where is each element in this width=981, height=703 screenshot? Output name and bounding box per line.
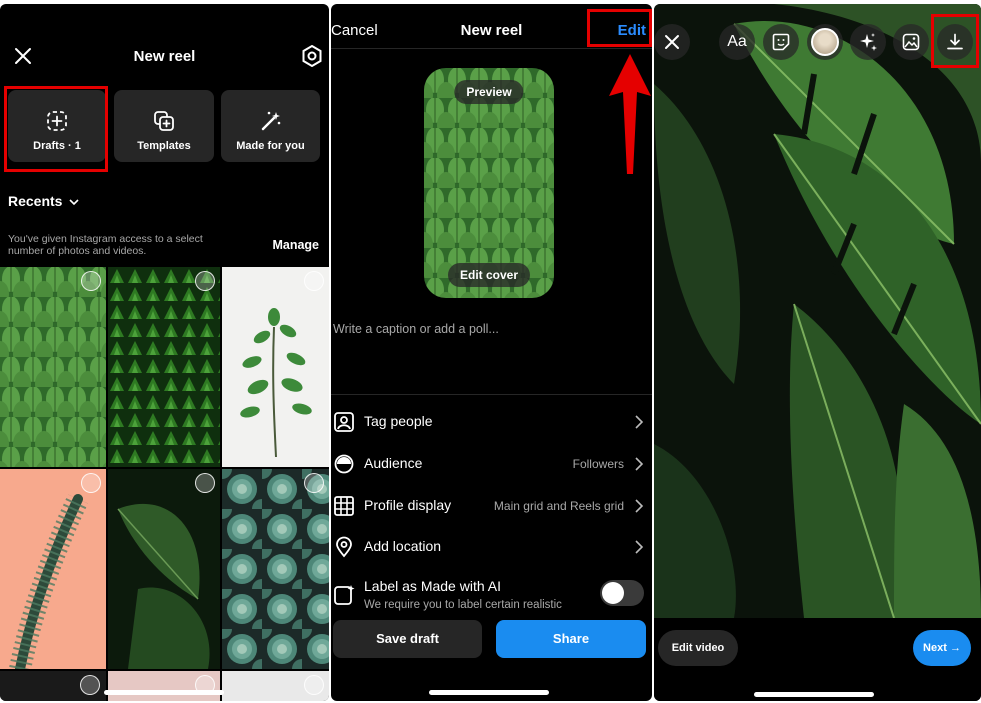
chevron-down-icon (69, 199, 79, 206)
reel-editor-panel: Aa Edit video Next → (654, 4, 981, 701)
select-circle[interactable] (80, 675, 100, 695)
audience-row[interactable]: Audience Followers (331, 449, 652, 479)
image-icon (902, 33, 920, 51)
ai-label-toggle[interactable] (600, 580, 644, 606)
profile-display-value: Main grid and Reels grid (493, 499, 624, 513)
select-circle[interactable] (304, 675, 324, 695)
caption-input[interactable]: Write a caption or add a poll... (333, 322, 499, 336)
page-title: New reel (133, 48, 196, 65)
sticker-icon (772, 33, 790, 51)
next-button[interactable]: Next → (913, 630, 971, 666)
recents-label: Recents (8, 193, 63, 209)
edit-cover-button[interactable]: Edit cover (447, 263, 531, 287)
select-circle[interactable] (81, 271, 101, 291)
select-circle[interactable] (81, 473, 101, 493)
ai-label-row: Label as Made with AI We require you to … (331, 576, 652, 612)
sticker-button[interactable] (763, 24, 799, 60)
grid-icon (334, 496, 354, 516)
new-reel-gallery-panel: New reel Drafts · 1 Templates Made for y… (0, 4, 329, 701)
profile-display-row[interactable]: Profile display Main grid and Reels grid (331, 491, 652, 521)
audience-label: Audience (364, 455, 423, 471)
audience-value: Followers (572, 457, 624, 471)
templates-label: Templates (137, 140, 191, 152)
divider (331, 48, 652, 49)
home-indicator (429, 690, 549, 695)
chevron-right-icon (635, 415, 644, 429)
gallery-item[interactable] (108, 671, 220, 701)
reel-details-panel: Cancel New reel Edit Preview Edit cover … (331, 4, 652, 701)
preview-button[interactable]: Preview (454, 80, 524, 104)
templates-icon (154, 111, 174, 131)
reel-cover[interactable]: Preview Edit cover (424, 68, 554, 298)
save-draft-button[interactable]: Save draft (333, 620, 482, 658)
gallery-item[interactable] (108, 469, 220, 669)
gallery-item[interactable] (0, 671, 106, 701)
tag-people-label: Tag people (364, 413, 433, 429)
gallery-item[interactable] (108, 267, 220, 467)
edit-video-button[interactable]: Edit video (658, 630, 738, 666)
profile-display-label: Profile display (364, 497, 452, 513)
close-icon (665, 35, 679, 49)
settings-icon[interactable] (301, 45, 323, 67)
close-button[interactable] (654, 24, 690, 60)
audience-icon (334, 454, 354, 474)
gallery-item[interactable] (222, 469, 329, 669)
gallery-item[interactable] (0, 267, 106, 467)
edit-highlight (587, 9, 652, 47)
templates-tile[interactable]: Templates (114, 90, 214, 162)
gallery-item[interactable] (222, 671, 329, 701)
image-button[interactable] (893, 24, 929, 60)
ai-label-subtitle: We require you to label certain realisti… (364, 599, 562, 611)
share-button[interactable]: Share (496, 620, 646, 658)
manage-button[interactable]: Manage (272, 238, 319, 252)
gallery-item[interactable] (0, 469, 106, 669)
select-circle[interactable] (195, 473, 215, 493)
tag-people-row[interactable]: Tag people (331, 407, 652, 437)
text-tool-button[interactable]: Aa (719, 24, 755, 60)
select-circle[interactable] (195, 271, 215, 291)
avatar-button[interactable] (807, 24, 843, 60)
gallery-item[interactable] (222, 267, 329, 467)
magic-wand-icon (261, 111, 280, 131)
effects-button[interactable] (850, 24, 886, 60)
add-location-row[interactable]: Add location (331, 532, 652, 562)
home-indicator (754, 692, 874, 697)
tag-people-icon (334, 412, 354, 432)
avatar (811, 28, 839, 56)
chevron-right-icon (635, 540, 644, 554)
drafts-highlight (4, 86, 108, 172)
select-circle[interactable] (304, 473, 324, 493)
ai-label-title: Label as Made with AI (364, 578, 501, 594)
select-circle[interactable] (304, 271, 324, 291)
chevron-right-icon (635, 499, 644, 513)
location-pin-icon (336, 536, 352, 558)
divider (331, 394, 652, 395)
download-highlight (931, 14, 979, 68)
add-location-label: Add location (364, 538, 442, 554)
recents-dropdown[interactable]: Recents (8, 193, 79, 209)
ai-label-icon (334, 585, 355, 605)
limited-access-notice: You've given Instagram access to a selec… (8, 233, 203, 257)
toggle-knob (602, 582, 624, 604)
arrow-annotation-icon (609, 54, 651, 174)
made-for-you-label: Made for you (236, 140, 305, 152)
made-for-you-tile[interactable]: Made for you (221, 90, 320, 162)
chevron-right-icon (635, 457, 644, 471)
reel-preview-image (654, 4, 981, 618)
home-indicator (104, 690, 224, 695)
text-icon: Aa (727, 33, 747, 50)
effects-icon (860, 33, 877, 51)
